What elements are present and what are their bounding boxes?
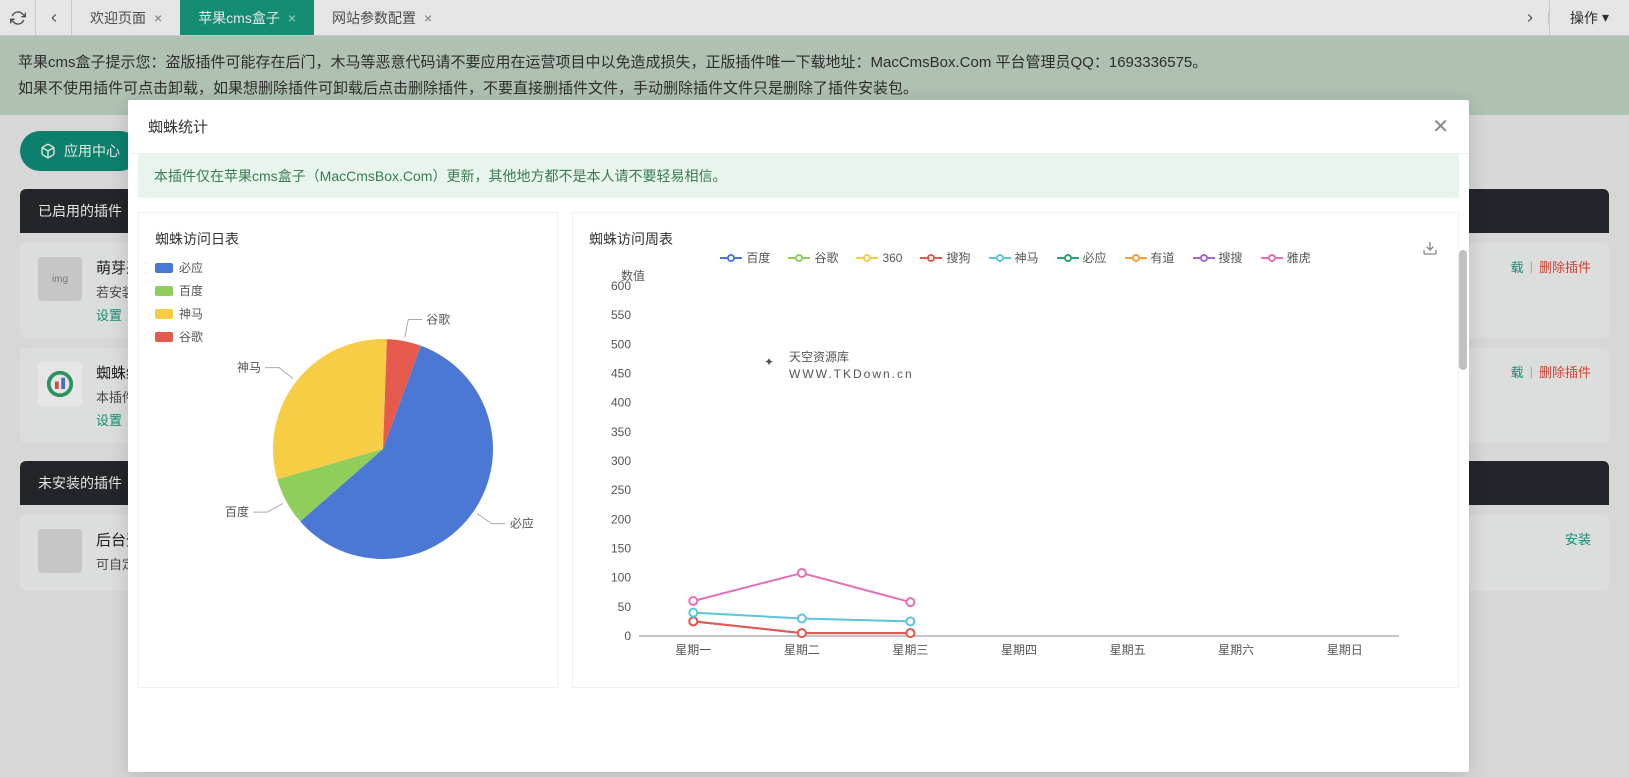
line-legend-item[interactable]: 360 [856,249,902,266]
line-legend-item[interactable]: 百度 [720,249,770,266]
line-legend-item[interactable]: 搜搜 [1193,249,1243,266]
y-tick: 450 [611,367,631,381]
pie-label: 神马 [237,361,261,375]
line-point[interactable] [689,597,697,605]
y-tick: 350 [611,425,631,439]
line-legend-item[interactable]: 必应 [1057,249,1107,266]
x-tick: 星期四 [1001,643,1037,657]
watermark-icon: ✦ [764,355,774,369]
y-tick: 600 [611,279,631,293]
line-legend-item[interactable]: 有道 [1125,249,1175,266]
line-chart-title: 蜘蛛访问周表 [589,229,673,249]
pie-legend-item[interactable]: 神马 [155,305,203,322]
line-legend-item[interactable]: 神马 [989,249,1039,266]
line-point[interactable] [906,617,914,625]
y-tick: 400 [611,396,631,410]
line-point[interactable] [689,609,697,617]
modal-title: 蜘蛛统计 [148,116,208,137]
x-tick: 星期一 [675,643,711,657]
y-tick: 100 [611,571,631,585]
line-point[interactable] [798,615,806,623]
line-legend-item[interactable]: 搜狗 [920,249,970,266]
pie-legend-item[interactable]: 谷歌 [155,328,203,345]
spider-stats-modal: 蜘蛛统计 ✕ 本插件仅在苹果cms盒子（MacCmsBox.Com）更新，其他地… [128,100,1469,772]
x-tick: 星期六 [1218,643,1254,657]
y-tick: 150 [611,542,631,556]
modal-scrollbar[interactable] [1459,250,1467,762]
watermark-sub: WWW.TKDown.cn [789,367,914,381]
pie-chart-panel: 蜘蛛访问日表 必应百度神马谷歌 必应百度神马谷歌 [138,212,558,688]
y-tick: 550 [611,308,631,322]
y-tick: 300 [611,454,631,468]
y-tick: 200 [611,512,631,526]
line-chart: 数值050100150200250300350400450500550600星期… [589,266,1409,666]
modal-notice: 本插件仅在苹果cms盒子（MacCmsBox.Com）更新，其他地方都不是本人请… [138,154,1459,198]
line-point[interactable] [906,629,914,637]
pie-label: 必应 [510,516,533,531]
pie-chart: 必应 百度 神马 谷歌 [213,259,533,619]
line-chart-panel: 蜘蛛访问周表 百度谷歌360搜狗神马必应有道搜搜雅虎 数值05010015020… [572,212,1459,688]
download-icon[interactable] [1422,240,1438,261]
pie-legend: 必应百度神马谷歌 [155,259,203,624]
line-legend-item[interactable]: 雅虎 [1261,249,1311,266]
x-tick: 星期五 [1110,643,1146,657]
line-legend-item[interactable]: 谷歌 [788,249,838,266]
x-tick: 星期二 [784,643,820,657]
pie-legend-item[interactable]: 百度 [155,282,203,299]
y-tick: 250 [611,483,631,497]
pie-label: 谷歌 [426,311,450,326]
pie-chart-title: 蜘蛛访问日表 [155,229,541,249]
line-point[interactable] [689,617,697,625]
x-tick: 星期三 [892,643,928,657]
pie-label: 百度 [225,504,249,519]
modal-close-icon[interactable]: ✕ [1432,114,1449,139]
line-legend: 百度 谷歌 360 搜狗 神马 必应 有道 搜搜 雅虎 [589,249,1442,266]
y-tick: 500 [611,337,631,351]
line-point[interactable] [906,598,914,606]
y-tick: 0 [624,629,631,643]
line-point[interactable] [798,569,806,577]
y-tick: 50 [618,600,632,614]
pie-legend-item[interactable]: 必应 [155,259,203,276]
x-tick: 星期日 [1327,643,1363,657]
line-point[interactable] [798,629,806,637]
watermark-text: 天空资源库 [789,349,849,364]
